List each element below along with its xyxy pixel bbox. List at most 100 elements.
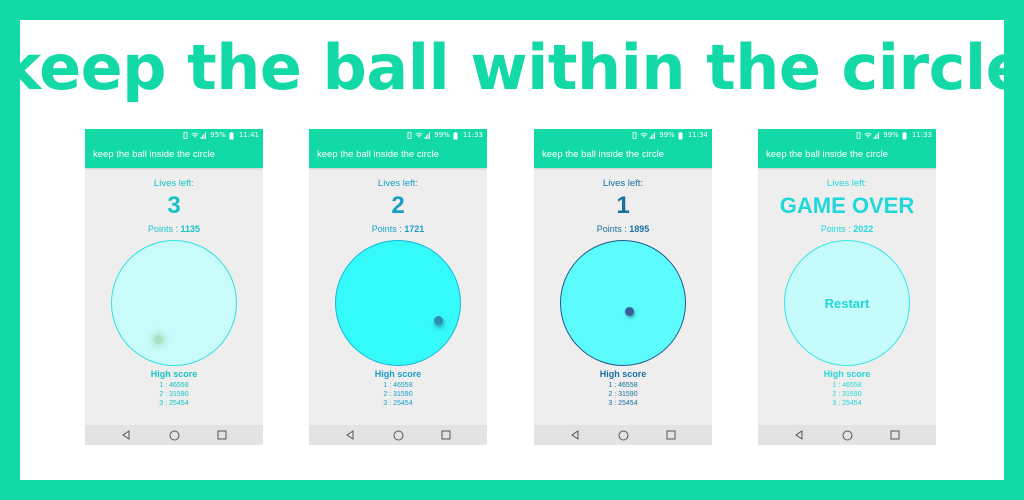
points: Points : 2022 — [758, 224, 936, 234]
high-score-entry: 2 : 31590 — [383, 391, 413, 398]
points-label: Points : — [820, 224, 854, 234]
status-time: 11:34 — [687, 131, 708, 139]
recents-icon[interactable] — [888, 428, 902, 442]
status-bar: 99% 11:34 — [534, 129, 712, 142]
battery-icon — [229, 132, 236, 140]
game-content: Lives left: 2 Points : 1721 High score 1… — [309, 168, 487, 425]
app-bar-title: keep the ball inside the circle — [85, 142, 263, 168]
points-label: Points : — [371, 224, 405, 234]
high-score-entry: 3 : 25454 — [383, 400, 413, 407]
lives-value: 2 — [391, 192, 405, 219]
wifi-icon — [640, 132, 649, 139]
high-score-list: 1 : 46558 2 : 31590 3 : 25454 — [85, 381, 263, 408]
points-value: 2022 — [853, 224, 874, 234]
phone-screen-1: 95% 11:41 keep the ball inside the circl… — [85, 129, 263, 445]
lives-value: 1 — [616, 192, 630, 219]
ball[interactable] — [154, 335, 163, 344]
high-score-entry: 1 : 46558 — [159, 382, 189, 389]
wifi-icon — [191, 132, 200, 139]
high-score-entry: 1 : 46558 — [608, 382, 638, 389]
high-score-entry: 2 : 31590 — [832, 391, 862, 398]
battery-percent: 99% — [883, 131, 899, 139]
home-icon[interactable] — [167, 428, 181, 442]
nav-bar — [534, 425, 712, 445]
vibrate-icon — [631, 132, 638, 139]
status-bar: 99% 11:33 — [309, 129, 487, 142]
battery-percent: 99% — [659, 131, 675, 139]
points: Points : 1135 — [85, 224, 263, 234]
game-content: Lives left: GAME OVER Points : 2022 Rest… — [758, 168, 936, 425]
wifi-icon — [864, 132, 873, 139]
game-content: Lives left: 3 Points : 1135 High score 1… — [85, 168, 263, 425]
game-content: Lives left: 1 Points : 1895 High score 1… — [534, 168, 712, 425]
high-score-title: High score — [374, 369, 422, 379]
points-label: Points : — [147, 224, 181, 234]
high-score-list: 1 : 46558 2 : 31590 3 : 25454 — [758, 381, 936, 408]
status-bar: 99% 11:33 — [758, 129, 936, 142]
vibrate-icon — [182, 132, 189, 139]
points-value: 1721 — [404, 224, 425, 234]
wifi-icon — [415, 132, 424, 139]
signal-icon — [424, 132, 431, 139]
app-bar-title: keep the ball inside the circle — [309, 142, 487, 168]
lives-label: Lives left: — [153, 178, 195, 189]
recents-icon[interactable] — [215, 428, 229, 442]
app-bar-title: keep the ball inside the circle — [534, 142, 712, 168]
back-icon[interactable] — [568, 428, 582, 442]
home-icon[interactable] — [840, 428, 854, 442]
play-circle[interactable] — [335, 240, 461, 366]
signal-icon — [200, 132, 207, 139]
back-icon[interactable] — [792, 428, 806, 442]
high-score-list: 1 : 46558 2 : 31590 3 : 25454 — [309, 381, 487, 408]
status-bar: 95% 11:41 — [85, 129, 263, 142]
status-time: 11:33 — [462, 131, 483, 139]
high-score-title: High score — [150, 369, 198, 379]
status-time: 11:33 — [911, 131, 932, 139]
points: Points : 1721 — [309, 224, 487, 234]
back-icon[interactable] — [343, 428, 357, 442]
ball[interactable] — [434, 316, 443, 325]
home-icon[interactable] — [391, 428, 405, 442]
restart-button[interactable]: Restart — [785, 241, 909, 365]
recents-icon[interactable] — [664, 428, 678, 442]
high-score-entry: 1 : 46558 — [383, 382, 413, 389]
high-score-entry: 2 : 31590 — [159, 391, 189, 398]
phone-screen-3: 99% 11:34 keep the ball inside the circl… — [534, 129, 712, 445]
battery-icon — [678, 132, 685, 140]
play-circle[interactable] — [560, 240, 686, 366]
high-score-list: 1 : 46558 2 : 31590 3 : 25454 — [534, 381, 712, 408]
points-label: Points : — [596, 224, 630, 234]
phone-screen-4: 99% 11:33 keep the ball inside the circl… — [758, 129, 936, 445]
battery-icon — [453, 132, 460, 140]
points-value: 1135 — [180, 224, 201, 234]
high-score-title: High score — [823, 369, 871, 379]
recents-icon[interactable] — [439, 428, 453, 442]
restart-circle[interactable]: Restart — [784, 240, 910, 366]
high-score-entry: 3 : 25454 — [608, 400, 638, 407]
lives-label: Lives left: — [377, 178, 419, 189]
high-score-title: High score — [599, 369, 647, 379]
ball[interactable] — [625, 307, 634, 316]
points: Points : 1895 — [534, 224, 712, 234]
battery-percent: 95% — [210, 131, 226, 139]
signal-icon — [649, 132, 656, 139]
nav-bar — [85, 425, 263, 445]
phone-screen-2: 99% 11:33 keep the ball inside the circl… — [309, 129, 487, 445]
lives-value: 3 — [167, 192, 181, 219]
nav-bar — [309, 425, 487, 445]
nav-bar — [758, 425, 936, 445]
battery-icon — [902, 132, 909, 140]
lives-label: Lives left: — [602, 178, 644, 189]
high-score-entry: 1 : 46558 — [832, 382, 862, 389]
high-score-entry: 3 : 25454 — [159, 400, 189, 407]
battery-percent: 99% — [434, 131, 450, 139]
home-icon[interactable] — [616, 428, 630, 442]
back-icon[interactable] — [119, 428, 133, 442]
vibrate-icon — [855, 132, 862, 139]
lives-label: Lives left: — [826, 178, 868, 189]
play-circle[interactable] — [111, 240, 237, 366]
signal-icon — [873, 132, 880, 139]
points-value: 1895 — [629, 224, 650, 234]
vibrate-icon — [406, 132, 413, 139]
app-bar-title: keep the ball inside the circle — [758, 142, 936, 168]
